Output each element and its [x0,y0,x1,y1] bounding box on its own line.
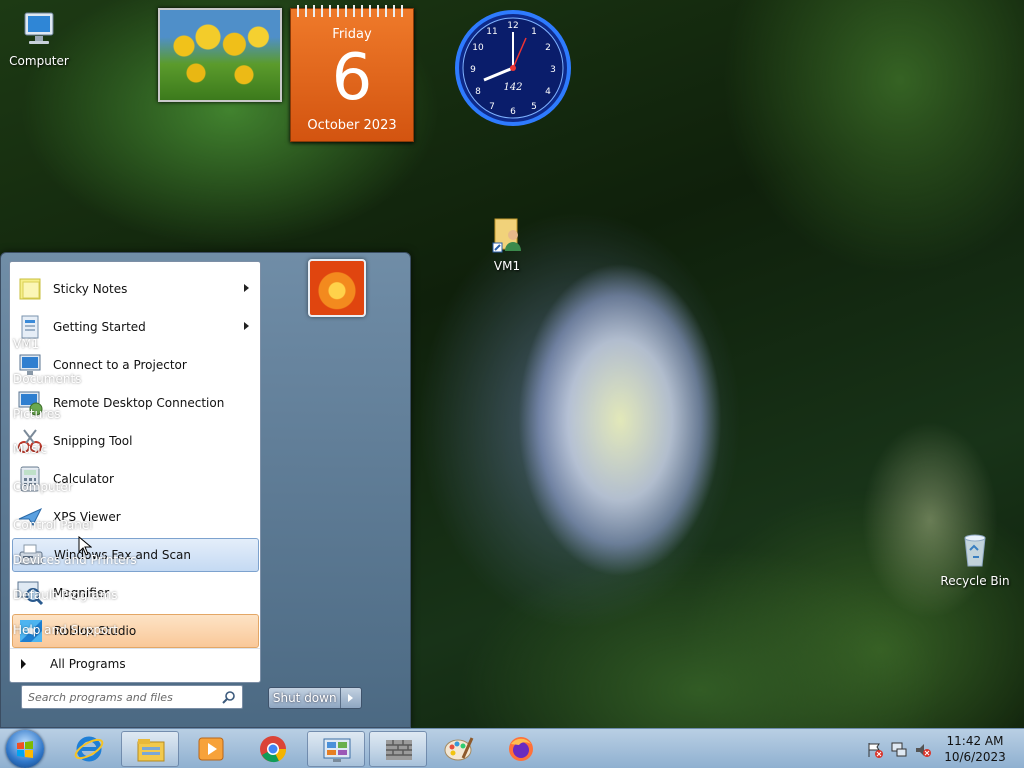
user-account-picture[interactable] [308,259,366,317]
svg-text:8: 8 [475,87,481,97]
start-link-help-support[interactable]: Help and Support [13,623,118,637]
calendar-rings [297,5,407,17]
svg-text:1: 1 [531,27,537,37]
windows-logo-icon [17,741,33,758]
svg-text:5: 5 [531,102,537,112]
calendar-day: 6 [331,41,373,115]
program-sticky-notes[interactable]: Sticky Notes [12,272,259,306]
svg-text:7: 7 [489,102,495,112]
paint-icon [444,737,474,761]
program-label: Remote Desktop Connection [53,396,225,410]
calendar-weekday: Friday [332,27,372,42]
program-label: Snipping Tool [53,434,133,448]
desktop-icon-label: Recycle Bin [940,574,1010,588]
desktop-icon-label: Computer [9,54,69,68]
search-icon[interactable] [221,690,237,706]
all-programs-label: All Programs [50,656,126,671]
calendar-gadget[interactable]: Friday 6 October 2023 [290,5,414,142]
clock-date: 10/6/2023 [944,750,1006,764]
all-programs-button[interactable]: All Programs [10,648,260,678]
start-link-computer[interactable]: Computer [13,480,73,494]
clock-gadget[interactable]: 12 3 6 9 12 45 7 8 10 11 142 [454,8,572,130]
svg-text:3: 3 [550,65,556,75]
start-menu-programs-pane: Sticky Notes Getting Started Connect to … [9,261,261,683]
action-center-flag-icon[interactable] [866,741,884,759]
program-snipping-tool[interactable]: Snipping Tool [12,424,259,458]
submenu-arrow-icon[interactable] [244,284,249,292]
svg-text:4: 4 [545,87,551,97]
desktop-icon-label: VM1 [493,259,521,273]
taskbar-firewall[interactable] [369,731,427,767]
firewall-icon [386,740,412,760]
firefox-icon [509,737,533,761]
submenu-arrow-icon[interactable] [244,322,249,330]
media-player-icon [198,737,224,761]
start-search-input[interactable] [28,687,218,707]
program-label: Getting Started [53,320,146,334]
start-link-user-folder[interactable]: VM1 [13,337,39,351]
svg-text:11: 11 [486,27,497,37]
taskbar-control-panel[interactable] [307,731,365,767]
taskbar-internet-explorer[interactable] [60,731,118,767]
start-link-control-panel[interactable]: Control Panel [13,518,93,532]
control-panel-icon [323,738,351,762]
taskbar-media-player[interactable] [182,731,240,767]
shutdown-button[interactable]: Shut down [269,688,342,708]
start-link-devices-printers[interactable]: Devices and Printers [13,553,137,567]
program-label: Sticky Notes [53,282,128,296]
start-button[interactable] [6,730,44,768]
taskbar-paint[interactable] [430,731,488,767]
desktop-icon-recycle-bin[interactable]: Recycle Bin [937,530,1013,588]
svg-text:2: 2 [545,43,551,53]
svg-text:6: 6 [510,107,516,117]
taskbar-chrome[interactable] [244,731,302,767]
network-icon[interactable] [890,741,908,759]
file-explorer-icon [137,739,165,762]
clock-label: 142 [503,82,522,93]
internet-explorer-icon [74,736,104,762]
all-programs-arrow-icon [21,659,26,669]
taskbar: 11:42 AM 10/6/2023 [0,728,1024,768]
start-menu: Sticky Notes Getting Started Connect to … [0,252,411,728]
taskbar-file-explorer[interactable] [121,731,179,767]
sticky-notes-icon [19,278,41,300]
volume-muted-icon[interactable] [914,741,932,759]
desktop-icon-vm1[interactable]: VM1 [469,215,545,273]
recycle-bin-icon [964,534,986,567]
mouse-cursor-icon [78,536,92,556]
svg-text:12: 12 [507,21,518,31]
taskbar-clock[interactable]: 11:42 AM 10/6/2023 [936,733,1014,765]
svg-text:10: 10 [472,43,484,53]
computer-icon [24,12,54,44]
start-link-default-programs[interactable]: Default Programs [13,588,118,602]
svg-text:9: 9 [470,65,476,75]
start-right-divider [13,468,139,469]
start-right-divider [13,505,139,506]
shutdown-button-group: Shut down [268,687,362,709]
program-getting-started[interactable]: Getting Started [12,310,259,344]
calendar-month-year: October 2023 [307,118,397,133]
start-link-music[interactable]: Music [13,442,47,456]
start-search-box[interactable] [21,685,243,709]
shutdown-options-arrow-icon[interactable] [341,688,361,708]
user-folder-shortcut-icon [492,218,521,253]
start-link-documents[interactable]: Documents [13,372,81,386]
start-link-pictures[interactable]: Pictures [13,407,61,421]
taskbar-firefox[interactable] [492,731,550,767]
desktop-icon-computer[interactable]: Computer [1,10,77,68]
program-label: Connect to a Projector [53,358,187,372]
clock-face: 12 3 6 9 12 45 78 1011 142 [455,10,571,126]
chrome-icon [260,736,287,763]
slideshow-gadget[interactable] [158,8,282,102]
clock-time: 11:42 AM [946,734,1004,748]
